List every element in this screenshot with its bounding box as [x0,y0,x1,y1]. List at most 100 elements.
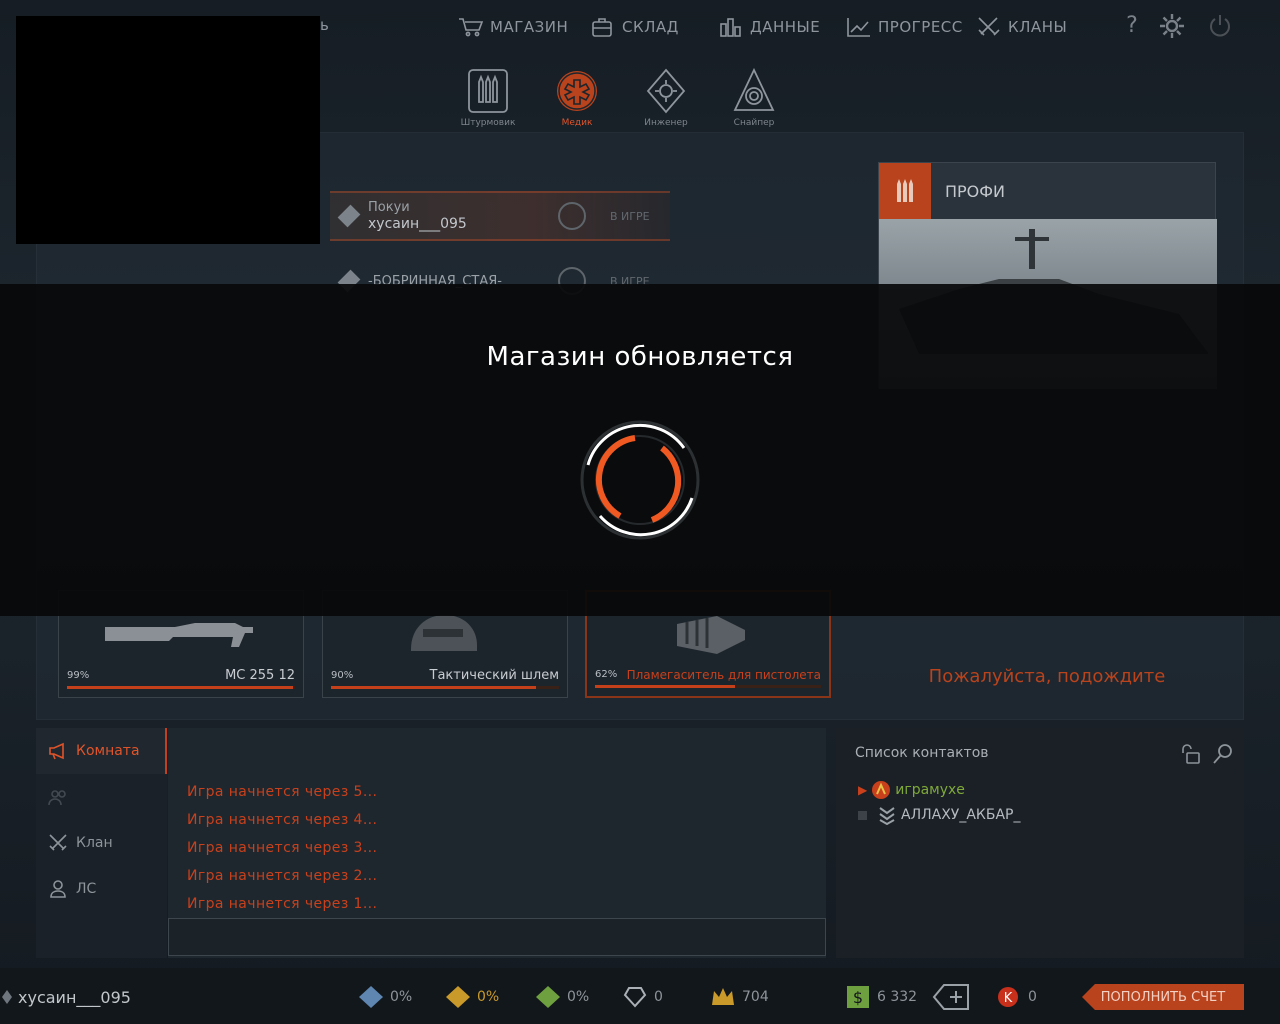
chat-window: Игра начнется через 5... Игра начнется ч… [168,728,826,958]
item-name: МС 255 12 [225,668,295,683]
help-button[interactable]: ? [1118,12,1146,40]
bars-icon [720,18,741,37]
booster-xp[interactable]: 0% [358,986,412,1008]
team-icon [48,790,66,806]
item-progress-bar [67,686,295,689]
heart-icon [623,987,647,1008]
item-percent: 62% [595,669,618,680]
contacts-title: Список контактов [855,745,989,761]
loading-spinner-icon [580,420,700,540]
nav-storage-label: СКЛАД [622,18,679,36]
svg-text:K: K [1004,991,1013,1006]
item-progress-bar [595,685,821,688]
player-status: В ИГРЕ [610,209,650,223]
nav-data-label: ДАННЫЕ [750,18,821,36]
item-name: Тактический шлем [429,668,560,683]
add-money-icon[interactable] [932,983,970,1011]
tab-room-label: Комната [76,743,140,759]
player-row[interactable]: Покуи хусаин___095 В ИГРЕ [330,191,670,241]
medic-icon [557,71,597,111]
booster-sp[interactable]: 0% [535,986,589,1008]
class-medic[interactable]: Медик [537,68,617,132]
chat-message: Игра начнется через 3... [187,840,378,856]
search-icon[interactable] [1212,743,1234,765]
mission-title: ПРОФИ [945,181,1006,201]
crowns-value: 704 [742,989,769,1005]
tab-team[interactable] [36,774,167,820]
flash-hider-image [677,616,745,654]
item-percent: 90% [331,670,354,681]
booster-money[interactable]: 0% [445,986,499,1008]
cart-icon [459,18,484,37]
tab-clan[interactable]: Клан [36,820,167,866]
booster-sp-value: 0% [567,989,590,1005]
player-class-medic-icon [558,202,586,230]
megaphone-icon [49,742,64,760]
contact-item[interactable]: ▶ играмухе [858,780,965,800]
nav-shop-label: МАГАЗИН [490,18,569,36]
class-engineer[interactable]: Инженер [626,68,706,132]
k-coin-icon: K [998,987,1018,1007]
gear-icon [646,68,686,114]
booster-money-value: 0% [477,989,500,1005]
class-engineer-label: Инженер [644,118,688,128]
chat-message: Игра начнется через 2... [187,868,378,884]
rank-diamond-icon [337,204,361,228]
class-sniper[interactable]: Снайпер [714,68,794,132]
overlay-title: Магазин обновляется [486,342,794,372]
tab-private[interactable]: ЛС [36,866,167,912]
nav-storage[interactable]: СКЛАД [590,14,679,40]
game-client: ь МАГАЗИН СКЛАД ДАННЫЕ ПРОГРЕСС КЛАНЫ ? … [0,0,1280,1024]
contacts-panel: Список контактов ▶ играмухе АЛЛАХУ_АКБАР… [836,728,1244,958]
scope-icon [733,68,775,111]
money[interactable]: $ 6 332 [845,986,917,1008]
chat-tabs: Комната Клан ЛС [36,728,167,958]
crowns[interactable]: 704 [710,986,769,1008]
chat-input[interactable] [168,918,826,956]
clan-emblem-icon [872,781,891,799]
chat-message: Игра начнется через 5... [187,784,378,800]
chat-message: Игра начнется через 4... [187,812,378,828]
expand-arrow-icon: ▶ [858,783,868,797]
gifts-value: 0 [654,989,663,1005]
player-clan: Покуи [368,200,410,215]
class-rifleman-label: Штурмовик [460,118,516,128]
top-up-button[interactable]: ПОПОЛНИТЬ СЧЕТ [1082,984,1244,1010]
redacted-area [16,16,320,244]
contact-name: АЛЛАХУ_АКБАР_ [901,807,1021,823]
dollar-icon: $ [847,986,869,1008]
nav-clans[interactable]: КЛАНЫ [976,14,1067,40]
swords-icon [49,834,67,851]
unlock-icon[interactable] [1179,743,1201,765]
booster-money-icon [446,986,470,1008]
wait-text: Пожалуйста, подождите [928,666,1166,687]
swords-icon [978,17,1000,36]
nav-data[interactable]: ДАННЫЕ [718,14,820,40]
shop-updating-overlay: Магазин обновляется [0,284,1280,616]
helmet-image [411,615,477,651]
kredits[interactable]: K 0 [996,986,1037,1008]
bottom-username: хусаин___095 [18,988,131,1007]
tab-private-label: ЛС [76,881,97,897]
chat-message: Игра начнется через 1... [187,896,378,912]
power-icon[interactable] [1206,12,1234,40]
class-rifleman[interactable]: Штурмовик [448,68,528,132]
class-sniper-label: Снайпер [733,118,775,128]
item-progress-bar [331,686,559,689]
booster-sp-icon [536,986,560,1008]
nav-progress[interactable]: ПРОГРЕСС [846,14,963,40]
nav-shop[interactable]: МАГАЗИН [458,14,568,40]
nav-clans-label: КЛАНЫ [1008,18,1068,36]
contact-item[interactable]: АЛЛАХУ_АКБАР_ [858,805,1020,825]
player-name: хусаин___095 [368,216,467,232]
bag-icon [592,18,612,37]
rank-chevron-icon [879,807,895,825]
class-medic-label: Медик [561,118,593,128]
crown-icon [712,988,734,1005]
settings-gear-icon[interactable] [1158,12,1186,40]
tab-room[interactable]: Комната [36,728,167,774]
gifts[interactable]: 0 [622,986,663,1008]
ammo-icon [468,69,508,113]
item-percent: 99% [67,670,90,681]
nav-progress-label: ПРОГРЕСС [878,18,963,36]
